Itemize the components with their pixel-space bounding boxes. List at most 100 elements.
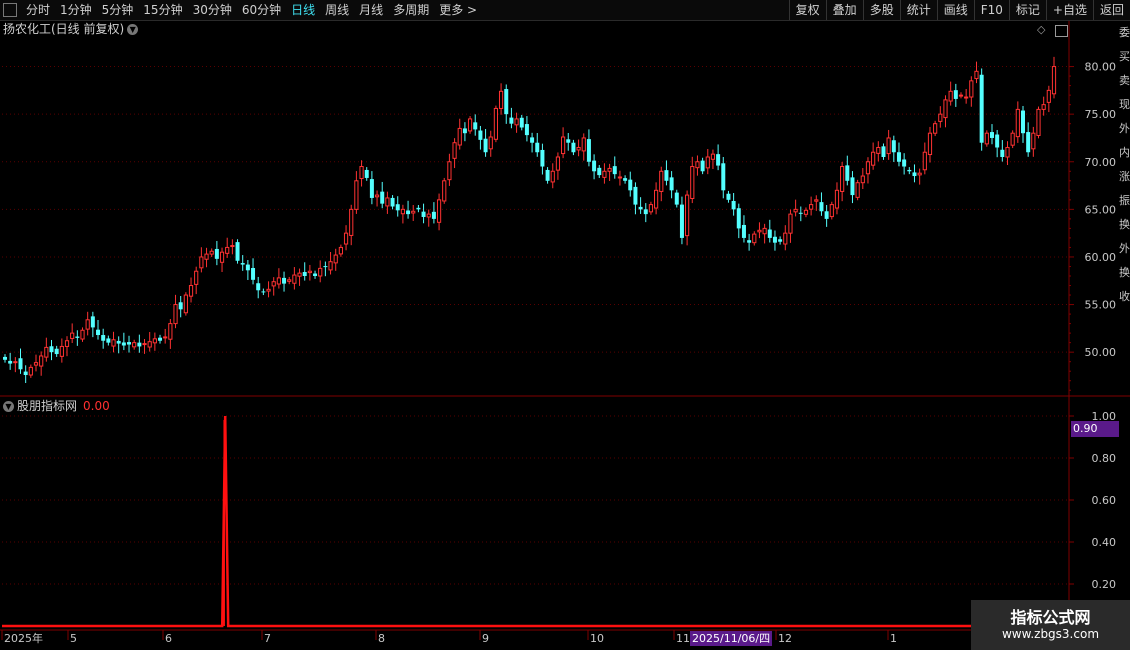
candle-body-up xyxy=(163,336,168,339)
candle-body-up xyxy=(292,274,297,284)
candle-body-down xyxy=(535,142,540,153)
candle-body-up xyxy=(1010,132,1015,146)
candle-body-up xyxy=(855,182,860,198)
chevron-down-icon[interactable]: ▼ xyxy=(3,401,14,412)
candle-body-up xyxy=(809,204,814,210)
side-label-5: 内 xyxy=(1119,146,1130,159)
candle-body-up xyxy=(385,197,390,207)
side-label-3: 现 xyxy=(1119,98,1130,111)
candle-body-up xyxy=(560,136,566,155)
candle-body-up xyxy=(917,172,922,176)
candle-body-down xyxy=(798,212,803,214)
candle-body-up xyxy=(354,180,359,210)
candle-body-up xyxy=(44,346,49,358)
watermark: 指标公式网 www.zbgs3.com xyxy=(971,600,1130,650)
candle-body-down xyxy=(49,346,54,353)
candle-body-up xyxy=(654,189,659,209)
price-label: 60.00 xyxy=(1085,251,1117,264)
candle-body-down xyxy=(736,208,741,229)
candle-body-down xyxy=(75,336,80,338)
candle-body-down xyxy=(772,236,777,243)
candle-body-up xyxy=(1031,132,1036,150)
candle-body-down xyxy=(1020,110,1025,134)
candle-body-up xyxy=(85,319,90,330)
candle-body-down xyxy=(623,178,628,181)
candle-body-down xyxy=(731,200,736,210)
candle-body-down xyxy=(261,291,266,293)
candle-body-up xyxy=(938,113,943,122)
candle-body-up xyxy=(690,166,695,200)
candle-body-up xyxy=(865,161,871,175)
time-label: 9 xyxy=(482,632,489,645)
indicator-label: 0.80 xyxy=(1092,452,1117,465)
candle-body-down xyxy=(586,139,591,162)
candle-body-up xyxy=(266,288,271,292)
price-label: 80.00 xyxy=(1085,61,1117,74)
candle-body-down xyxy=(545,169,550,181)
candlestick-series xyxy=(3,56,1057,384)
candle-body-down xyxy=(240,263,245,265)
time-axis: 2025年 5 6 7 8 9 10 11 12 1 xyxy=(0,629,1130,645)
candle-body-up xyxy=(710,153,716,160)
candle-body-down xyxy=(473,122,478,130)
price-label: 75.00 xyxy=(1085,108,1117,121)
candle-body-down xyxy=(519,117,524,128)
side-label-8: 换 xyxy=(1119,218,1130,231)
candle-body-down xyxy=(850,177,855,196)
candle-body-down xyxy=(101,335,106,341)
candle-body-up xyxy=(886,137,891,155)
price-label: 65.00 xyxy=(1085,203,1117,216)
candle-body-down xyxy=(571,142,576,153)
candle-body-up xyxy=(271,281,276,287)
cursor-value-badge: 0.90 xyxy=(1071,421,1119,437)
side-label-7: 振 xyxy=(1119,194,1130,207)
time-label: 8 xyxy=(378,632,385,645)
candle-body-down xyxy=(566,139,571,143)
candle-body-up xyxy=(173,304,178,325)
candle-body-down xyxy=(245,264,250,271)
candle-body-up xyxy=(984,132,989,145)
candle-body-down xyxy=(421,211,426,217)
candle-body-down xyxy=(540,149,545,167)
candle-body-up xyxy=(964,96,969,99)
indicator-line xyxy=(2,415,978,628)
side-label-9: 外 xyxy=(1119,242,1130,255)
candle-body-up xyxy=(70,332,75,339)
side-label-2: 卖 xyxy=(1119,74,1130,87)
candle-body-down xyxy=(721,163,726,191)
side-label-6: 涨 xyxy=(1119,170,1130,183)
candle-body-down xyxy=(664,170,669,181)
candle-body-up xyxy=(447,161,452,181)
candle-body-down xyxy=(633,186,638,205)
candle-body-up xyxy=(442,180,447,202)
candle-body-down xyxy=(612,166,617,175)
candle-body-up xyxy=(514,118,519,126)
candle-body-down xyxy=(767,229,772,238)
candle-body-down xyxy=(18,358,23,370)
candle-body-down xyxy=(907,169,912,172)
candle-body-up xyxy=(876,146,881,154)
candle-body-down xyxy=(127,342,132,345)
time-label: 12 xyxy=(778,632,792,645)
candle-body-down xyxy=(282,277,287,284)
candle-body-down xyxy=(716,154,721,166)
candle-body-up xyxy=(307,270,312,274)
candle-body-down xyxy=(747,240,752,243)
candle-body-up xyxy=(276,277,281,285)
candle-body-up xyxy=(943,99,948,119)
candle-body-down xyxy=(530,137,535,143)
candle-body-up xyxy=(958,94,964,97)
candle-body-up xyxy=(359,166,364,180)
candle-body-up xyxy=(648,204,654,213)
candle-body-up xyxy=(333,254,338,264)
candle-body-down xyxy=(313,273,318,276)
time-label: 6 xyxy=(165,632,172,645)
candle-body-down xyxy=(106,338,111,343)
candle-body-up xyxy=(64,340,70,347)
candle-body-up xyxy=(111,339,116,347)
candle-body-down xyxy=(845,165,850,181)
candle-body-down xyxy=(902,159,907,167)
candle-body-down xyxy=(674,192,679,205)
candle-body-up xyxy=(607,167,612,172)
candle-body-down xyxy=(23,371,28,376)
